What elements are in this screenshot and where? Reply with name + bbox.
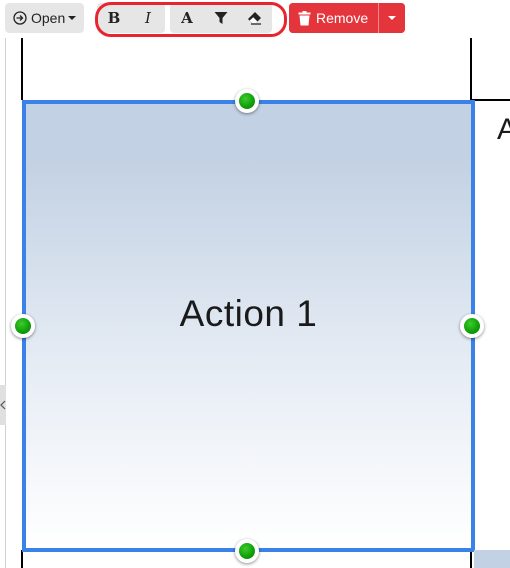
arrow-circle-right-icon [13, 11, 27, 25]
connector-line [21, 550, 23, 568]
neighbor-shape-label: A [497, 113, 510, 147]
fill-color-button[interactable] [204, 3, 238, 33]
neighbor-shape [474, 550, 510, 568]
resize-handle-bottom[interactable] [235, 539, 259, 563]
bold-button[interactable]: B [97, 3, 131, 33]
chevron-left-icon [0, 400, 6, 410]
neighbor-shape-border [472, 99, 510, 101]
trash-icon [298, 10, 311, 25]
shape-label: Action 1 [179, 293, 318, 334]
remove-dropdown-button[interactable] [378, 3, 406, 33]
clear-format-button[interactable] [238, 3, 272, 33]
resize-handle-right[interactable] [460, 314, 484, 338]
connector-line [21, 38, 23, 100]
remove-button-label: Remove [316, 10, 369, 26]
open-button[interactable]: Open [5, 3, 85, 33]
chevron-down-icon [68, 16, 77, 20]
open-button-label: Open [31, 10, 66, 26]
toolbar: Open B I A Remove [0, 0, 510, 38]
remove-group: Remove [289, 3, 406, 33]
selected-shape[interactable]: Action 1 [22, 100, 475, 552]
resize-handle-top[interactable] [235, 89, 259, 113]
text-style-group: B I [97, 3, 165, 33]
font-color-button[interactable]: A [170, 3, 204, 33]
open-group: Open [5, 3, 85, 33]
panel-collapse-handle[interactable] [0, 385, 6, 425]
eraser-icon [248, 12, 261, 25]
diagram-canvas[interactable]: A Action 1 [5, 38, 510, 568]
color-style-group: A [170, 3, 272, 33]
remove-button[interactable]: Remove [289, 3, 379, 33]
resize-handle-left[interactable] [11, 314, 35, 338]
funnel-icon [214, 12, 228, 24]
chevron-down-icon [388, 16, 397, 20]
italic-button[interactable]: I [131, 3, 165, 33]
